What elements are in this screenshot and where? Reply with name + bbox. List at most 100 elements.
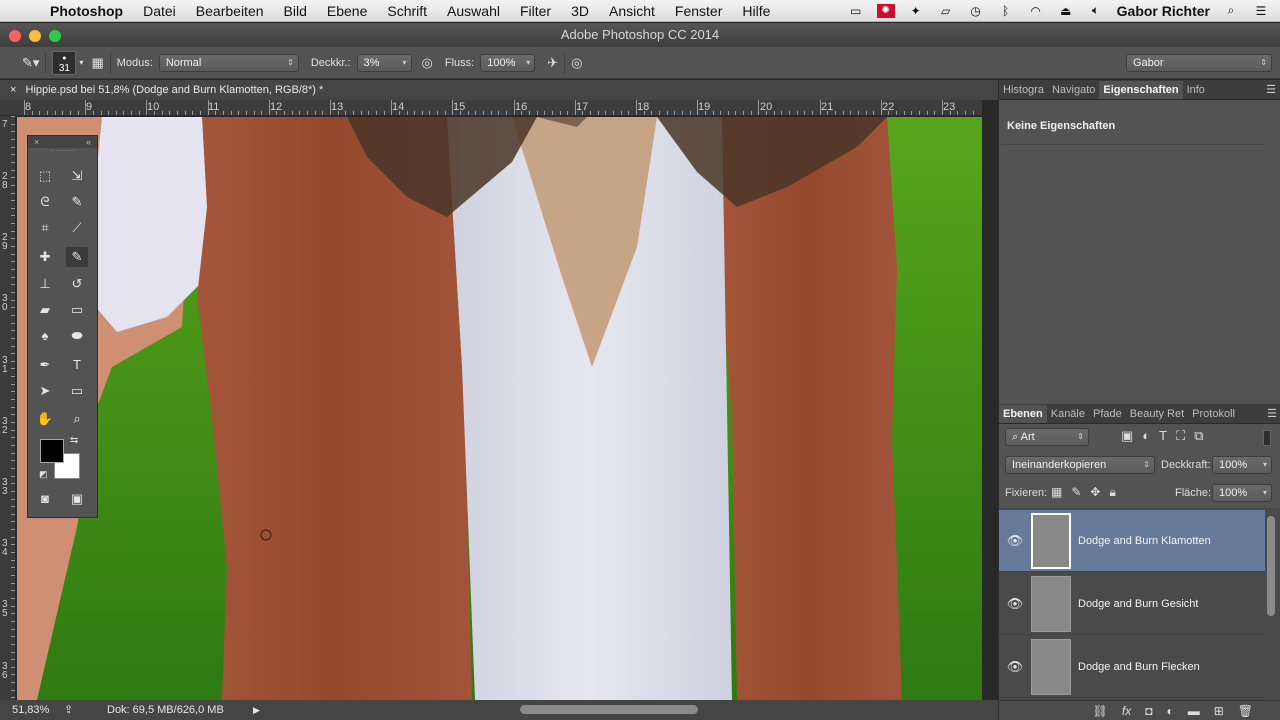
filter-toggle[interactable]: [1263, 430, 1271, 446]
screen-mode-icon[interactable]: ▣: [66, 489, 88, 509]
blend-mode-select[interactable]: Ineinanderkopieren ⇕: [1005, 456, 1155, 474]
eyedropper-tool-icon[interactable]: ⟋: [66, 218, 88, 238]
wifi-icon[interactable]: ◠: [1027, 4, 1045, 18]
airplay-icon[interactable]: ▱: [937, 4, 955, 18]
volume-icon[interactable]: 🔈︎: [1087, 3, 1105, 18]
dropbox-icon[interactable]: ✦: [907, 4, 925, 18]
quick-mask-icon[interactable]: ◙: [34, 489, 56, 509]
panel-menu-icon[interactable]: ☰: [1263, 405, 1280, 423]
gradient-tool-icon[interactable]: ▭: [66, 300, 88, 320]
layer-row[interactable]: 👁︎ Dodge and Burn Flecken: [999, 636, 1265, 698]
menu-bild[interactable]: Bild: [274, 3, 317, 19]
dodge-tool-icon[interactable]: ⬬: [66, 326, 88, 346]
brush-picker-arrow-icon[interactable]: ▾: [79, 58, 83, 67]
tab-info[interactable]: Info: [1183, 81, 1209, 99]
adobe-cc-icon[interactable]: ✺: [876, 3, 895, 18]
lock-pixels-icon[interactable]: ✎: [1071, 485, 1081, 500]
lock-position-icon[interactable]: ✥: [1090, 485, 1100, 500]
quick-selection-tool-icon[interactable]: ✎: [66, 192, 88, 212]
menu-ansicht[interactable]: Ansicht: [599, 3, 665, 19]
document-tab[interactable]: × Hippie.psd bei 51,8% (Dodge and Burn K…: [0, 80, 998, 100]
tab-navigator[interactable]: Navigato: [1048, 81, 1099, 99]
layers-scrollbar[interactable]: [1267, 516, 1275, 616]
tools-panel-header[interactable]: × «: [28, 136, 97, 148]
brush-picker[interactable]: ● 31: [52, 50, 77, 75]
menu-ebene[interactable]: Ebene: [317, 3, 377, 19]
bluetooth-icon[interactable]: ᛒ: [997, 4, 1015, 18]
crop-tool-icon[interactable]: ⌗: [34, 218, 56, 238]
layer-thumbnail[interactable]: [1031, 638, 1071, 695]
new-group-icon[interactable]: ▬: [1188, 704, 1200, 718]
layer-opacity-field[interactable]: 100% ▾: [1212, 456, 1272, 474]
adjustment-filter-icon[interactable]: ◐: [1142, 428, 1150, 444]
pressure-size-icon[interactable]: ◎: [571, 55, 582, 71]
path-selection-tool-icon[interactable]: ➤: [34, 381, 56, 401]
clone-stamp-tool-icon[interactable]: ⊥: [34, 274, 56, 294]
pen-tool-icon[interactable]: ✒: [34, 355, 56, 375]
menu-schrift[interactable]: Schrift: [377, 3, 437, 19]
menu-bearbeiten[interactable]: Bearbeiten: [186, 3, 274, 19]
visibility-eye-icon[interactable]: 👁︎: [999, 659, 1031, 675]
close-window-button[interactable]: [9, 30, 21, 42]
layer-thumbnail[interactable]: [1031, 512, 1071, 569]
layer-fill-field[interactable]: 100% ▾: [1212, 484, 1272, 502]
zoom-tool-icon[interactable]: ⌕: [66, 409, 88, 429]
menu-app-photoshop[interactable]: Photoshop: [40, 3, 133, 19]
foreground-color-swatch[interactable]: [40, 439, 64, 463]
menu-auswahl[interactable]: Auswahl: [437, 3, 510, 19]
menu-datei[interactable]: Datei: [133, 3, 186, 19]
new-layer-icon[interactable]: ⊞: [1214, 704, 1224, 718]
close-panel-icon[interactable]: ×: [34, 136, 39, 148]
healing-brush-tool-icon[interactable]: ✚: [34, 247, 56, 267]
menu-fenster[interactable]: Fenster: [665, 3, 732, 19]
layer-thumbnail[interactable]: [1031, 575, 1071, 632]
history-brush-tool-icon[interactable]: ↺: [66, 274, 88, 294]
close-document-icon[interactable]: ×: [10, 84, 16, 96]
mode-select[interactable]: Normal ⇕: [158, 53, 299, 72]
swap-colors-icon[interactable]: ⇆: [70, 435, 78, 446]
adjustment-layer-icon[interactable]: ◐: [1166, 704, 1173, 718]
pressure-opacity-icon[interactable]: ◎: [422, 55, 433, 71]
brush-tool-preset-icon[interactable]: ✎▾: [22, 55, 39, 71]
rectangle-tool-icon[interactable]: ▭: [66, 381, 88, 401]
delete-layer-icon[interactable]: 🗑︎: [1238, 704, 1253, 718]
brush-tool-icon[interactable]: ✎: [66, 247, 88, 267]
layer-row[interactable]: 👁︎ Dodge and Burn Klamotten: [999, 510, 1265, 572]
minimize-window-button[interactable]: [29, 30, 41, 42]
tab-kanaele[interactable]: Kanäle: [1047, 405, 1089, 423]
hand-tool-icon[interactable]: ✋: [34, 409, 56, 429]
collapse-panel-icon[interactable]: «: [86, 136, 91, 148]
lock-all-icon[interactable]: 🔒︎: [1109, 485, 1115, 500]
horizontal-scrollbar[interactable]: [520, 705, 698, 714]
pixel-filter-icon[interactable]: ▣: [1121, 428, 1133, 444]
horizontal-ruler[interactable]: 8 9 10 11 12 13 14 15 16 17 18 19 20 21 …: [0, 100, 982, 116]
tab-histogramm[interactable]: Histogra: [999, 81, 1048, 99]
workspace-select[interactable]: Gabor ⇕: [1126, 53, 1272, 72]
grip-icon[interactable]: [50, 150, 75, 156]
menu-hilfe[interactable]: Hilfe: [732, 3, 780, 19]
tab-pfade[interactable]: Pfade: [1089, 405, 1126, 423]
blur-tool-icon[interactable]: ♠: [34, 326, 56, 346]
zoom-window-button[interactable]: [49, 30, 61, 42]
shape-filter-icon[interactable]: ⛶: [1176, 428, 1185, 444]
spotlight-search-icon[interactable]: ⌕: [1222, 3, 1240, 18]
export-icon[interactable]: ⇪: [64, 700, 73, 720]
type-tool-icon[interactable]: T: [66, 355, 88, 375]
link-layers-icon[interactable]: ⛓: [1093, 704, 1108, 718]
status-menu-arrow-icon[interactable]: ▶: [253, 700, 260, 720]
type-filter-icon[interactable]: T: [1159, 428, 1167, 444]
time-machine-icon[interactable]: ◷: [967, 4, 985, 18]
airbrush-icon[interactable]: ✈: [547, 55, 558, 71]
opacity-field[interactable]: 3% ▾: [356, 53, 412, 72]
tab-eigenschaften[interactable]: Eigenschaften: [1099, 81, 1183, 99]
layer-style-fx-icon[interactable]: fx: [1122, 704, 1131, 718]
tab-ebenen[interactable]: Ebenen: [999, 405, 1047, 423]
visibility-eye-icon[interactable]: 👁︎: [999, 596, 1031, 612]
lock-transparency-icon[interactable]: ▦: [1051, 485, 1062, 500]
lasso-tool-icon[interactable]: ᘓ: [34, 192, 56, 212]
move-tool-icon[interactable]: ⇲: [66, 166, 88, 186]
menu-filter[interactable]: Filter: [510, 3, 561, 19]
document-canvas[interactable]: [17, 117, 982, 700]
user-name[interactable]: Gabor Richter: [1117, 3, 1210, 19]
visibility-eye-icon[interactable]: 👁︎: [999, 533, 1031, 549]
